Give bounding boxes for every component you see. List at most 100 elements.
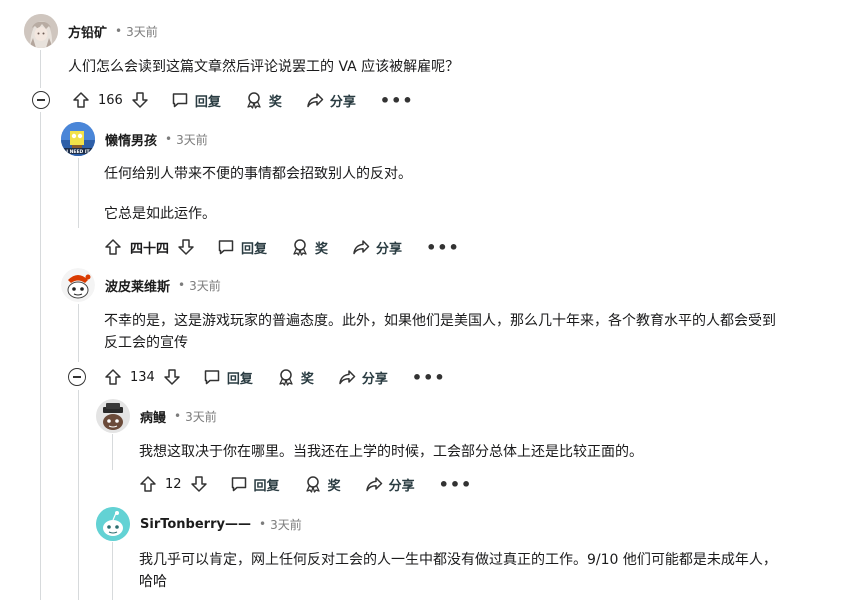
comment-body: 任何给别人带来不便的事情都会招致别人的反对。 它总是如此运作。 [104,163,412,225]
more-options-icon[interactable]: ••• [380,91,414,110]
comment-header: 病鳗 • 3天前 [96,399,217,433]
reply-button[interactable]: 回复 [230,475,280,494]
upvote-icon[interactable] [72,91,90,109]
separator-dot: • [178,278,186,292]
vote-group: 134 [104,368,181,386]
award-button[interactable]: 奖 [277,368,314,387]
share-icon [306,91,324,109]
vote-count: 12 [165,476,182,492]
vote-count: 134 [130,369,155,385]
award-label: 奖 [300,371,314,387]
comment-body: 人们怎么会读到这篇文章然后评论说罢工的 VA 应该被解雇呢？ [68,56,459,78]
thread-line [78,158,79,228]
vote-count: 四十四 [130,241,170,257]
comment-text: 我几乎可以肯定，网上任何反对工会的人一生中都没有做过真正的工作。9/10 他们可… [139,552,777,568]
share-label: 分享 [329,94,356,110]
separator-dot: • [115,24,123,38]
award-label: 奖 [327,478,341,494]
share-button[interactable]: 分享 [306,91,356,110]
comment-action-bar: 166 回复 奖 分享 ••• [32,86,414,114]
comment-text: 任何给别人带来不便的事情都会招致别人的反对。 [104,166,412,182]
collapse-icon[interactable] [32,91,50,109]
downvote-icon[interactable] [177,238,195,256]
award-button[interactable]: 奖 [245,91,282,110]
comment-body: 我几乎可以肯定，网上任何反对工会的人一生中都没有做过真正的工作。9/10 他们可… [139,549,854,593]
comment-timestamp[interactable]: 3天前 [176,131,208,148]
reply-button[interactable]: 回复 [217,238,267,257]
more-options-icon[interactable]: ••• [439,475,473,494]
award-icon [291,238,309,256]
comment-text: 哈哈 [139,574,167,590]
comment-text: 人们怎么会读到这篇文章然后评论说罢工的 VA 应该被解雇呢？ [68,59,460,75]
comment-bubble-icon [217,238,235,256]
reply-label: 回复 [241,241,268,257]
collapse-icon[interactable] [68,368,86,386]
award-icon [277,368,295,386]
vote-group: 166 [72,91,149,109]
thread-line [112,434,113,470]
vote-count: 166 [98,92,123,108]
share-button[interactable]: 分享 [352,238,402,257]
share-icon [352,238,370,256]
comment-author[interactable]: 波皮莱维斯 [105,276,170,295]
anime-girl-avatar-icon[interactable] [24,14,58,48]
comment-action-bar: 12 回复 奖 分享 ••• [139,470,472,498]
comment-body: 我想这取决于你在哪里。当我还在上学的时候，工会部分总体上还是比较正面的。 [139,441,643,463]
comment-header: SirTonberry—— • 3天前 [96,507,302,541]
comment-text: 不幸的是，这是游戏玩家的普遍态度。此外，如果他们是美国人，那么几十年来，各个教育… [104,313,776,329]
comment-timestamp[interactable]: 3天前 [189,277,221,294]
vote-group: 四十四 [104,238,195,257]
share-button[interactable]: 分享 [365,475,415,494]
comment-action-bar: 134 回复 奖 分享 ••• [68,363,446,391]
award-icon [245,91,263,109]
downvote-icon[interactable] [131,91,149,109]
comment-author[interactable]: SirTonberry—— [140,517,251,532]
share-label: 分享 [361,371,388,387]
comment-bubble-icon [171,91,189,109]
comment-body: 不幸的是，这是游戏玩家的普遍态度。此外，如果他们是美国人，那么几十年来，各个教育… [104,310,854,354]
upvote-icon[interactable] [139,475,157,493]
award-button[interactable]: 奖 [304,475,341,494]
award-icon [304,475,322,493]
share-button[interactable]: 分享 [338,368,388,387]
share-label: 分享 [376,241,403,257]
thread-line [78,390,79,600]
reply-label: 回复 [253,478,280,494]
award-label: 奖 [268,94,282,110]
share-icon [338,368,356,386]
spongebob-avatar-icon[interactable]: I NEED IT [61,122,95,156]
comment-header: 方铅矿 • 3天前 [24,14,158,48]
upvote-icon[interactable] [104,238,122,256]
comment-author[interactable]: 病鳗 [140,407,166,426]
snoo-teal-avatar-icon[interactable] [96,507,130,541]
upvote-icon[interactable] [104,368,122,386]
comment-action-bar: 四十四 回复 奖 分享 ••• [104,233,460,261]
reply-label: 回复 [194,94,221,110]
thread-line [40,112,41,600]
comment-header: 波皮莱维斯 • 3天前 [61,268,221,302]
reply-button[interactable]: 回复 [203,368,253,387]
award-label: 奖 [315,241,329,257]
more-options-icon[interactable]: ••• [426,238,460,257]
downvote-icon[interactable] [163,368,181,386]
more-options-icon[interactable]: ••• [412,368,446,387]
share-label: 分享 [388,478,415,494]
downvote-icon[interactable] [190,475,208,493]
comment-author[interactable]: 懒惰男孩 [105,130,157,149]
comment-author[interactable]: 方铅矿 [68,22,107,41]
comment-text: 反工会的宣传 [104,335,188,351]
thread-line [40,50,41,88]
thread-line [112,542,113,600]
separator-dot: • [174,409,182,423]
comment-timestamp[interactable]: 3天前 [270,516,302,533]
comment-bubble-icon [203,368,221,386]
comment-timestamp[interactable]: 3天前 [185,408,217,425]
snoo-avatar-icon[interactable] [61,268,95,302]
award-button[interactable]: 奖 [291,238,328,257]
comment-timestamp[interactable]: 3天前 [126,23,158,40]
thread-line [78,304,79,362]
reply-button[interactable]: 回复 [171,91,221,110]
avatar-caption: I NEED IT [66,149,90,155]
snoo-hat-avatar-icon[interactable] [96,399,130,433]
vote-group: 12 [139,475,208,493]
